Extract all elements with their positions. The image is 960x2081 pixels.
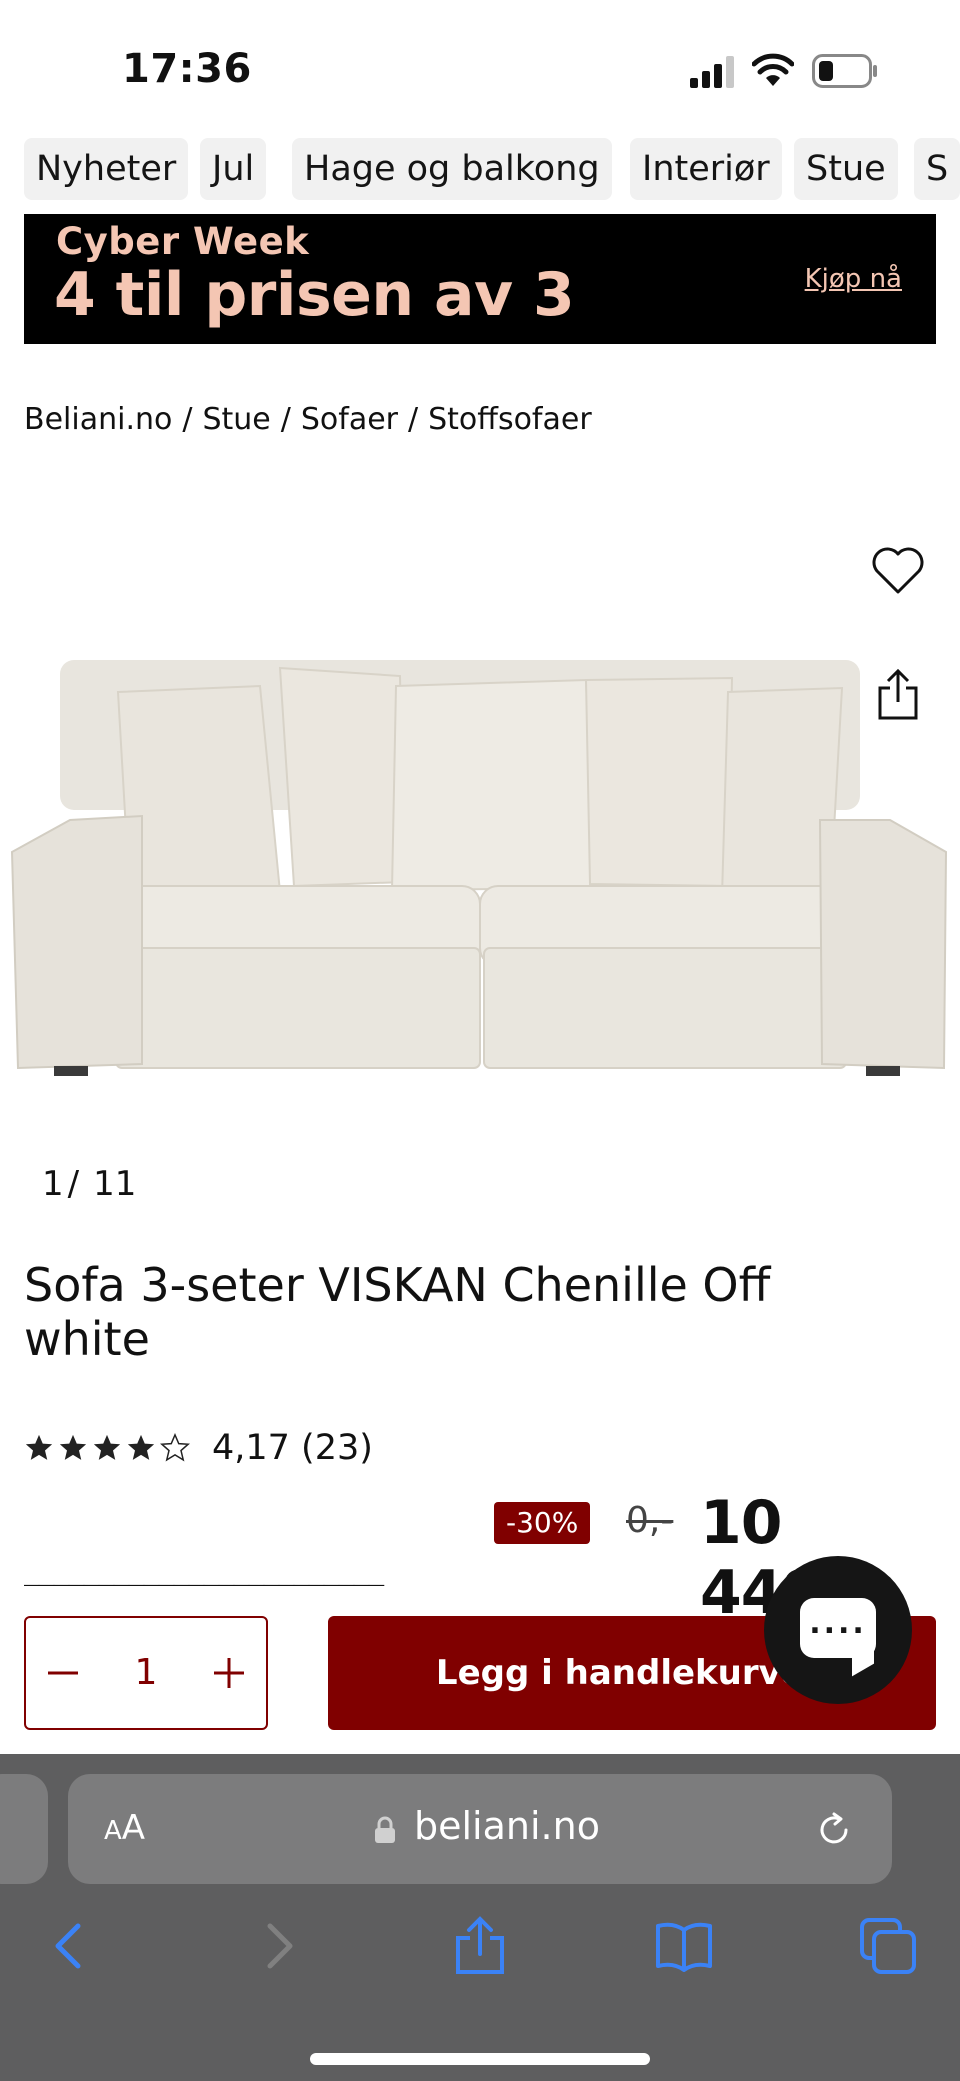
back-icon[interactable] <box>40 1916 100 1976</box>
product-rating[interactable]: 4,17 (23) <box>24 1420 373 1476</box>
url-text[interactable]: beliani.no <box>414 1804 600 1848</box>
category-next[interactable]: S <box>914 138 960 200</box>
image-counter: 1/ 11 <box>42 1164 136 1204</box>
old-price: 0,- <box>626 1500 674 1541</box>
discount-badge: -30% <box>494 1502 591 1544</box>
wifi-icon <box>752 53 794 86</box>
breadcrumb: Beliani.no / Stue / Sofaer / Stoffsofaer <box>24 402 592 437</box>
category-stue[interactable]: Stue <box>794 138 898 200</box>
quantity-stepper: 1 <box>24 1616 268 1730</box>
tabs-icon[interactable] <box>858 1916 918 1976</box>
star-icon <box>93 1434 121 1460</box>
breadcrumb-separator: / <box>408 402 419 437</box>
bookmarks-icon[interactable] <box>654 1916 714 1976</box>
star-outline-icon <box>160 1433 190 1462</box>
share-icon[interactable] <box>876 668 920 722</box>
cutoff-info-text: ________________________ <box>24 1572 664 1586</box>
image-counter-total: 11 <box>93 1164 137 1204</box>
forward-icon[interactable] <box>248 1916 308 1976</box>
category-interior[interactable]: Interiør <box>630 138 782 200</box>
rating-stars <box>24 1433 190 1463</box>
battery-icon <box>812 54 877 88</box>
home-indicator <box>310 2053 650 2065</box>
heart-icon[interactable] <box>870 544 926 596</box>
address-bar[interactable]: AA beliani.no <box>68 1774 892 1884</box>
banner-headline: 4 til prisen av 3 <box>54 260 575 330</box>
star-icon <box>59 1434 87 1460</box>
banner-kicker: Cyber Week <box>56 220 310 263</box>
rating-text: 4,17 (23) <box>212 1428 373 1468</box>
breadcrumb-stoffsofaer[interactable]: Stoffsofaer <box>428 402 592 437</box>
breadcrumb-separator: / <box>182 402 193 437</box>
breadcrumb-home[interactable]: Beliani.no <box>24 402 172 437</box>
share-sheet-icon[interactable] <box>450 1916 510 1976</box>
breadcrumb-sofaer[interactable]: Sofaer <box>301 402 398 437</box>
chat-dots: .... <box>809 1606 867 1641</box>
product-title: Sofa 3-seter VISKAN Chenille Off white <box>24 1258 771 1366</box>
status-bar: 17:36 <box>0 0 960 140</box>
product-image[interactable] <box>0 520 960 1100</box>
reload-icon[interactable] <box>814 1810 854 1850</box>
chat-icon: .... <box>800 1598 876 1658</box>
status-time: 17:36 <box>122 46 252 92</box>
breadcrumb-stue[interactable]: Stue <box>202 402 270 437</box>
lock-icon <box>375 1816 395 1843</box>
banner-cta-link[interactable]: Kjøp nå <box>805 264 902 294</box>
sofa-illustration <box>10 660 948 1076</box>
chat-button[interactable]: .... <box>764 1556 912 1704</box>
category-jul[interactable]: Jul <box>200 138 267 200</box>
category-hage-og-balkong[interactable]: Hage og balkong <box>292 138 612 200</box>
signal-icon <box>690 56 734 88</box>
category-nyheter[interactable]: Nyheter <box>24 138 189 200</box>
previous-tab-preview[interactable] <box>0 1774 48 1884</box>
browser-toolbar: AA beliani.no <box>0 1754 960 2081</box>
plus-icon[interactable] <box>204 1648 254 1698</box>
image-counter-current: 1 <box>42 1164 64 1204</box>
star-icon <box>25 1434 53 1460</box>
breadcrumb-separator: / <box>280 402 291 437</box>
star-icon <box>127 1434 155 1460</box>
category-nav: Nyheter Jul Hage og balkong Interiør Stu… <box>0 138 960 202</box>
reader-settings-button[interactable]: AA <box>104 1808 145 1848</box>
promo-banner[interactable]: Cyber Week 4 til prisen av 3 Kjøp nå <box>24 214 936 344</box>
image-counter-separator: / <box>67 1164 80 1204</box>
